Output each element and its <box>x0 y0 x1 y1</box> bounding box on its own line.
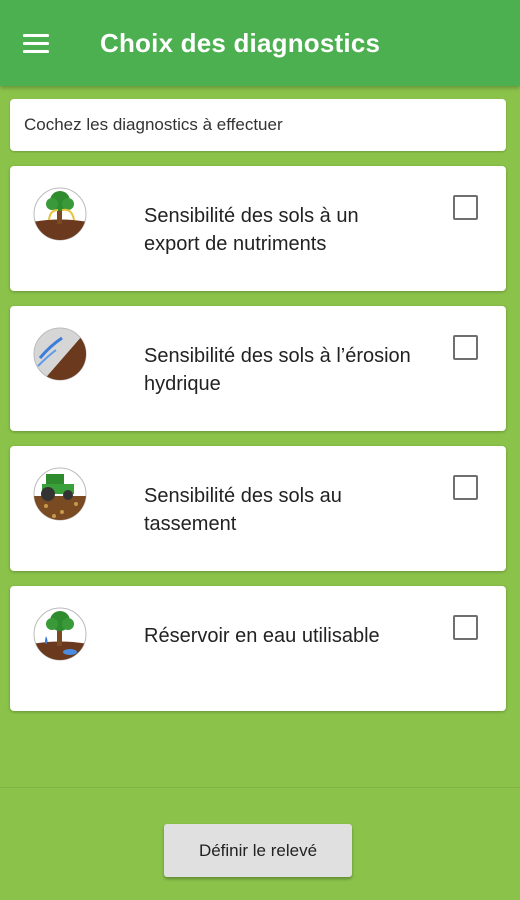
tree-soil-nutrients-icon <box>33 187 87 241</box>
diagnostic-checkbox[interactable] <box>453 475 478 500</box>
diagnostic-card-erosion[interactable]: Sensibilité des sols à l’érosion hydriqu… <box>10 306 506 431</box>
water-erosion-icon <box>33 327 87 381</box>
diagnostic-label: Sensibilité des sols à un export de nutr… <box>144 205 359 255</box>
diagnostic-card-compaction[interactable]: Sensibilité des sols au tassement <box>10 446 506 571</box>
diagnostic-checkbox[interactable] <box>453 335 478 360</box>
diagnostic-card-water-reservoir[interactable]: Réservoir en eau utilisable <box>10 586 506 711</box>
diagnostic-card-nutrients[interactable]: Sensibilité des sols à un export de nutr… <box>10 166 506 291</box>
page-title: Choix des diagnostics <box>100 27 381 58</box>
diagnostic-label: Sensibilité des sols à l’érosion hydriqu… <box>144 345 411 395</box>
diagnostic-label: Réservoir en eau utilisable <box>144 625 380 647</box>
diagnostic-checkbox[interactable] <box>453 615 478 640</box>
tractor-compaction-icon <box>33 467 87 521</box>
divider <box>0 787 520 788</box>
diagnostic-checkbox[interactable] <box>453 195 478 220</box>
define-survey-button[interactable]: Définir le relevé <box>164 824 352 877</box>
app-bar: Choix des diagnostics <box>0 0 520 86</box>
tree-water-reservoir-icon <box>33 607 87 661</box>
instruction-text: Cochez les diagnostics à effectuer <box>10 99 506 151</box>
hamburger-menu-icon[interactable] <box>10 17 62 69</box>
diagnostic-label: Sensibilité des sols au tassement <box>144 485 342 535</box>
